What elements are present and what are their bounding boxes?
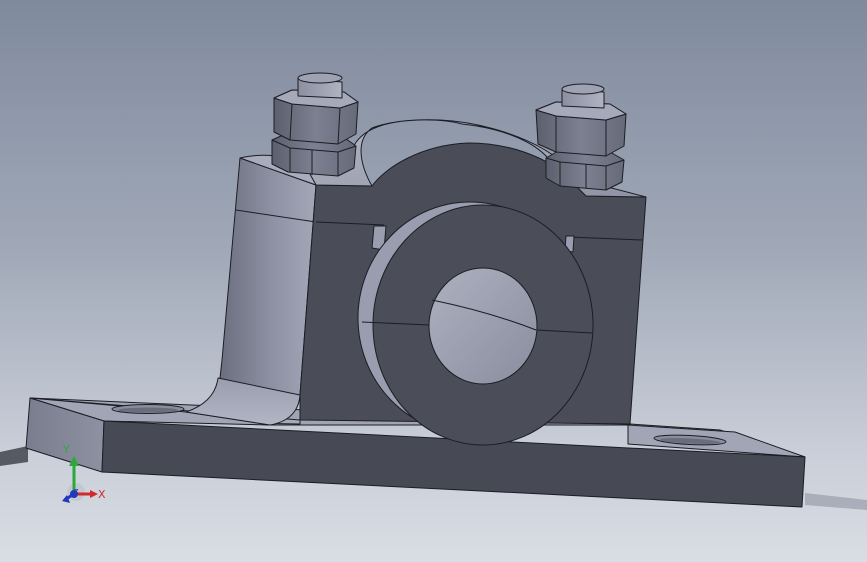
y-axis-arrow-icon	[69, 456, 79, 466]
reference-triad: X Y Z	[52, 440, 122, 510]
y-axis-label: Y	[63, 443, 70, 456]
pillow-block-model[interactable]	[0, 0, 867, 562]
x-axis-arrow-icon	[90, 490, 98, 498]
z-axis-label: Z	[73, 488, 79, 497]
graphics-viewport[interactable]: X Y Z	[0, 0, 867, 562]
right-lower-nut	[545, 149, 625, 191]
bearing-bore	[428, 267, 538, 385]
x-axis-label: X	[98, 488, 106, 501]
ground-shadow	[0, 446, 28, 466]
housing-side-face	[217, 157, 317, 409]
